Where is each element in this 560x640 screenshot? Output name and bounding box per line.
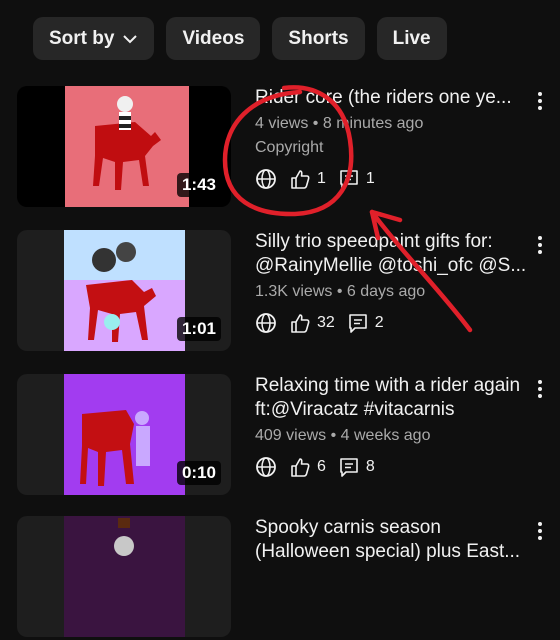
chevron-down-icon	[123, 34, 138, 43]
comments-count: 1	[338, 168, 375, 190]
video-info: Relaxing time with a rider again ft:@Vir…	[255, 374, 527, 480]
thumbnail-art	[65, 86, 189, 207]
likes-value: 6	[317, 458, 326, 475]
video-item[interactable]: 0:10 Relaxing time with a rider again ft…	[17, 374, 557, 498]
more-options-button[interactable]	[537, 522, 543, 543]
video-duration: 1:01	[176, 317, 221, 341]
video-title[interactable]: Relaxing time with a rider again ft:@Vir…	[255, 374, 527, 422]
video-stats: 1 1	[255, 166, 527, 192]
visibility-public	[255, 312, 277, 334]
more-options-button[interactable]	[537, 236, 543, 257]
comments-value: 1	[365, 170, 375, 187]
video-info: Spooky carnis season (Halloween special)…	[255, 516, 527, 564]
comments-value: 2	[374, 314, 384, 331]
comment-icon	[348, 314, 367, 333]
thumbs-up-icon	[291, 314, 310, 333]
video-meta: 4 views • 8 minutes ago	[255, 115, 424, 132]
visibility-public	[255, 456, 277, 478]
chip-live[interactable]: Live	[376, 17, 447, 60]
globe-icon	[256, 169, 276, 189]
video-thumbnail[interactable]: 0:10	[17, 374, 231, 495]
video-thumbnail[interactable]	[17, 516, 231, 637]
chip-videos-label: Videos	[182, 27, 245, 49]
video-title[interactable]: Spooky carnis season (Halloween special)…	[255, 516, 527, 564]
visibility-public	[255, 168, 277, 190]
chip-videos[interactable]: Videos	[166, 17, 261, 60]
copyright-badge: Copyright	[255, 139, 324, 156]
filter-chips: Sort by Videos Shorts Live	[33, 17, 447, 60]
video-thumbnail[interactable]: 1:43	[17, 86, 231, 207]
sort-by-chip[interactable]: Sort by	[33, 17, 155, 60]
thumbnail-art	[64, 516, 185, 637]
video-item[interactable]: 1:01 Silly trio speedpaint gifts for: @R…	[17, 230, 557, 354]
video-info: Rider core (the riders one ye... 4 views…	[255, 86, 527, 192]
video-thumbnail[interactable]: 1:01	[17, 230, 231, 351]
comment-icon	[340, 170, 358, 189]
likes-count: 1	[289, 168, 326, 190]
chip-shorts[interactable]: Shorts	[272, 17, 365, 60]
thumbnail-art	[64, 230, 185, 351]
thumbs-up-icon	[291, 170, 310, 189]
globe-icon	[256, 457, 276, 477]
more-options-button[interactable]	[537, 92, 543, 113]
video-duration: 1:43	[176, 173, 221, 197]
chip-live-label: Live	[392, 27, 431, 49]
thumbnail-art	[64, 374, 185, 495]
video-stats: 32 2	[255, 310, 527, 336]
video-item[interactable]: Spooky carnis season (Halloween special)…	[17, 516, 557, 640]
likes-count: 32	[289, 312, 335, 334]
thumbs-up-icon	[291, 458, 310, 477]
likes-value: 32	[317, 314, 335, 331]
video-title[interactable]: Silly trio speedpaint gifts for: @RainyM…	[255, 230, 527, 278]
likes-count: 6	[289, 456, 326, 478]
video-meta: 409 views • 4 weeks ago	[255, 427, 431, 444]
video-item[interactable]: 1:43 Rider core (the riders one ye... 4 …	[17, 86, 557, 210]
comments-value: 8	[365, 458, 375, 475]
comment-icon	[340, 458, 358, 477]
video-duration: 0:10	[176, 461, 221, 485]
sort-by-label: Sort by	[49, 27, 115, 49]
video-title[interactable]: Rider core (the riders one ye...	[255, 86, 527, 110]
comments-count: 8	[338, 456, 375, 478]
chip-shorts-label: Shorts	[288, 27, 349, 49]
globe-icon	[256, 313, 276, 333]
video-stats: 6 8	[255, 454, 527, 480]
video-info: Silly trio speedpaint gifts for: @RainyM…	[255, 230, 527, 336]
comments-count: 2	[347, 312, 384, 334]
more-options-button[interactable]	[537, 380, 543, 401]
likes-value: 1	[317, 170, 326, 187]
video-meta: 1.3K views • 6 days ago	[255, 283, 426, 300]
